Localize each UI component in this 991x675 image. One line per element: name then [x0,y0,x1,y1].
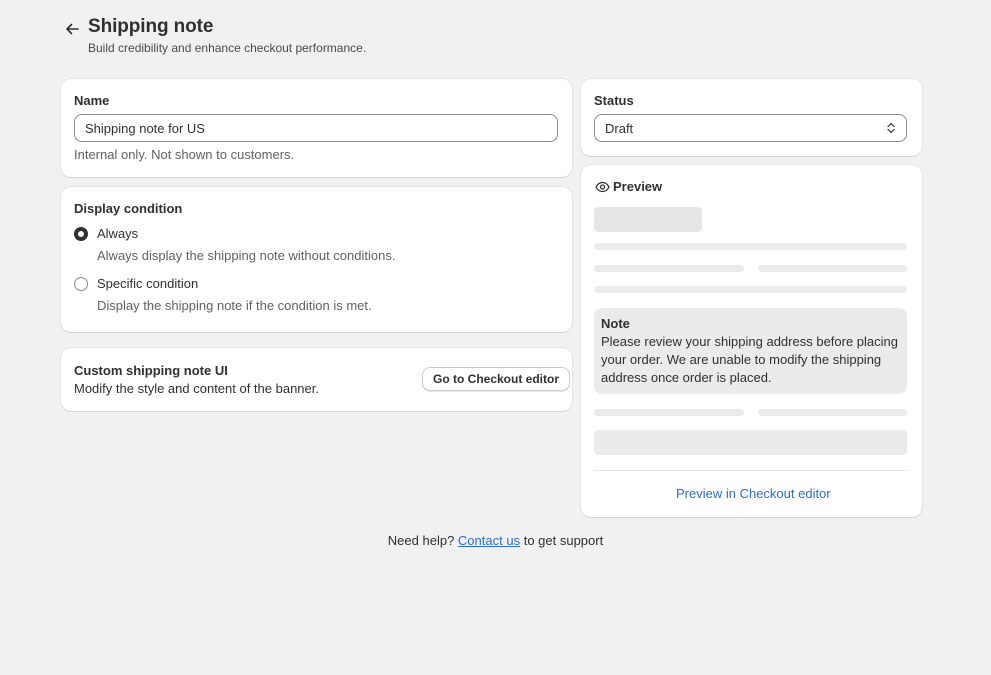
note-title: Note [601,316,630,331]
custom-ui-card: Custom shipping note UI Modify the style… [61,348,572,411]
radio-specific-label: Specific condition [97,276,199,291]
eye-icon [595,181,610,192]
name-label: Name [74,93,110,108]
radio-unchecked-icon [74,276,88,291]
name-card: Name Internal only. Not shown to custome… [61,79,572,177]
skeleton-line [594,243,907,250]
status-label: Status [594,93,634,108]
status-select[interactable]: Draft [594,114,907,142]
skeleton-line [594,265,744,272]
radio-always-description: Always display the shipping note without… [97,248,396,263]
skeleton-line [758,265,907,272]
name-help-text: Internal only. Not shown to customers. [74,147,295,162]
radio-specific-description: Display the shipping note if the conditi… [97,298,372,313]
note-body: Please review your shipping address befo… [601,334,899,385]
footer-help: Need help? Contact us to get support [0,533,991,548]
name-input[interactable] [74,114,558,142]
preview-header: Preview [595,179,662,194]
go-to-checkout-editor-button[interactable]: Go to Checkout editor [422,367,570,391]
skeleton-line [594,409,744,416]
skeleton-line [594,286,907,293]
arrow-left-icon [66,23,79,35]
radio-checked-icon [74,226,88,241]
skeleton-block [594,207,702,232]
page-title: Shipping note [88,16,214,37]
custom-ui-description: Modify the style and content of the bann… [74,381,319,396]
preview-in-checkout-editor-link[interactable]: Preview in Checkout editor [676,486,831,501]
status-select-value: Draft [605,120,634,136]
radio-specific-condition[interactable]: Specific condition [74,276,198,291]
contact-us-link[interactable]: Contact us [458,533,520,548]
display-condition-title: Display condition [74,201,183,216]
footer-suffix: to get support [523,533,604,548]
page-subtitle: Build credibility and enhance checkout p… [88,41,367,55]
skeleton-line [758,409,907,416]
custom-ui-title: Custom shipping note UI [74,363,228,378]
select-chevron-icon [887,122,895,134]
status-card: Status Draft [581,79,922,156]
preview-divider [594,470,907,471]
radio-always-label: Always [97,226,139,241]
back-button[interactable] [62,19,82,39]
preview-card: Preview Note Please review your shipping… [581,165,922,517]
skeleton-block [594,430,907,455]
preview-title: Preview [613,179,663,194]
radio-always[interactable]: Always [74,226,138,241]
display-condition-card: Display condition Always Always display … [61,187,572,332]
footer-prefix: Need help? [387,533,455,548]
page-header: Shipping note Build credibility and enha… [61,14,922,64]
shipping-note-banner: Note Please review your shipping address… [594,308,907,394]
